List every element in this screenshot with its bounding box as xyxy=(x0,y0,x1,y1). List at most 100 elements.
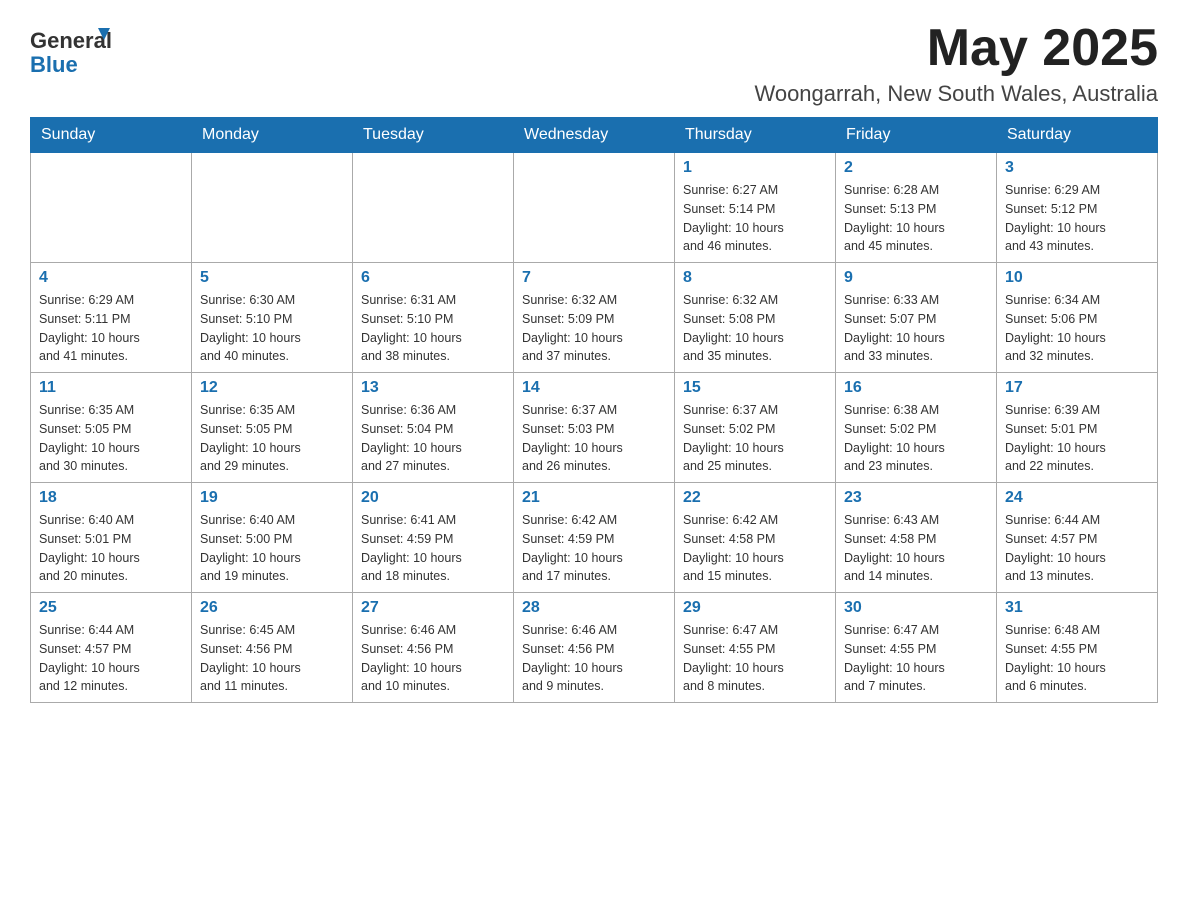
day-number: 14 xyxy=(522,379,666,397)
calendar-cell: 11 Sunrise: 6:35 AMSunset: 5:05 PMDayligh… xyxy=(31,373,192,483)
calendar-cell: 22 Sunrise: 6:42 AMSunset: 4:58 PMDayligh… xyxy=(675,483,836,593)
day-number: 7 xyxy=(522,269,666,287)
calendar-table: SundayMondayTuesdayWednesdayThursdayFrid… xyxy=(30,117,1158,703)
day-number: 29 xyxy=(683,599,827,617)
day-info: Sunrise: 6:32 AMSunset: 5:08 PMDaylight:… xyxy=(683,291,827,366)
calendar-cell: 26Sunrise: 6:45 AMSunset: 4:56 PMDayligh… xyxy=(192,593,353,703)
calendar-cell xyxy=(192,153,353,263)
week-row-1: 1Sunrise: 6:27 AMSunset: 5:14 PMDaylight… xyxy=(31,153,1158,263)
day-number: 12 xyxy=(200,379,344,397)
day-number: 5 xyxy=(200,269,344,287)
day-info: Sunrise: 6:38 AMSunset: 5:02 PMDaylight:… xyxy=(844,401,988,476)
day-number: 21 xyxy=(522,489,666,507)
calendar-cell: 30 Sunrise: 6:47 AMSunset: 4:55 PMDayligh… xyxy=(836,593,997,703)
weekday-header-monday: Monday xyxy=(192,118,353,153)
day-info: Sunrise: 6:48 AMSunset: 4:55 PMDaylight:… xyxy=(1005,621,1149,696)
day-number: 24 xyxy=(1005,489,1149,507)
day-number: 31 xyxy=(1005,599,1149,617)
weekday-header-sunday: Sunday xyxy=(31,118,192,153)
svg-text:Blue: Blue xyxy=(30,52,78,77)
day-number: 17 xyxy=(1005,379,1149,397)
day-info: Sunrise: 6:35 AMSunset: 5:05 PMDaylight:… xyxy=(39,401,183,476)
day-info: Sunrise: 6:47 AMSunset: 4:55 PMDaylight:… xyxy=(683,621,827,696)
week-row-2: 4 Sunrise: 6:29 AMSunset: 5:11 PMDaylight… xyxy=(31,263,1158,373)
calendar-cell: 28Sunrise: 6:46 AMSunset: 4:56 PMDayligh… xyxy=(514,593,675,703)
day-info: Sunrise: 6:39 AMSunset: 5:01 PMDaylight:… xyxy=(1005,401,1149,476)
day-info: Sunrise: 6:32 AMSunset: 5:09 PMDaylight:… xyxy=(522,291,666,366)
calendar-cell xyxy=(514,153,675,263)
day-info: Sunrise: 6:44 AMSunset: 4:57 PMDaylight:… xyxy=(39,621,183,696)
svg-text:General: General xyxy=(30,28,112,53)
weekday-header-row: SundayMondayTuesdayWednesdayThursdayFrid… xyxy=(31,118,1158,153)
weekday-header-saturday: Saturday xyxy=(997,118,1158,153)
day-number: 15 xyxy=(683,379,827,397)
day-number: 6 xyxy=(361,269,505,287)
calendar-cell: 31 Sunrise: 6:48 AMSunset: 4:55 PMDayligh… xyxy=(997,593,1158,703)
calendar-cell: 20 Sunrise: 6:41 AMSunset: 4:59 PMDayligh… xyxy=(353,483,514,593)
calendar-cell: 4 Sunrise: 6:29 AMSunset: 5:11 PMDaylight… xyxy=(31,263,192,373)
calendar-cell: 7 Sunrise: 6:32 AMSunset: 5:09 PMDaylight… xyxy=(514,263,675,373)
day-number: 25 xyxy=(39,599,183,617)
calendar-cell: 25 Sunrise: 6:44 AMSunset: 4:57 PMDayligh… xyxy=(31,593,192,703)
calendar-cell: 24Sunrise: 6:44 AMSunset: 4:57 PMDayligh… xyxy=(997,483,1158,593)
day-number: 16 xyxy=(844,379,988,397)
weekday-header-thursday: Thursday xyxy=(675,118,836,153)
logo: General Blue xyxy=(30,20,120,80)
calendar-cell: 17 Sunrise: 6:39 AMSunset: 5:01 PMDayligh… xyxy=(997,373,1158,483)
day-number: 1 xyxy=(683,159,827,177)
day-number: 2 xyxy=(844,159,988,177)
day-number: 30 xyxy=(844,599,988,617)
month-title: May 2025 xyxy=(754,20,1158,77)
day-info: Sunrise: 6:29 AMSunset: 5:11 PMDaylight:… xyxy=(39,291,183,366)
logo-svg: General Blue xyxy=(30,20,120,80)
day-info: Sunrise: 6:36 AMSunset: 5:04 PMDaylight:… xyxy=(361,401,505,476)
week-row-4: 18Sunrise: 6:40 AMSunset: 5:01 PMDayligh… xyxy=(31,483,1158,593)
calendar-cell: 9Sunrise: 6:33 AMSunset: 5:07 PMDaylight… xyxy=(836,263,997,373)
weekday-header-tuesday: Tuesday xyxy=(353,118,514,153)
day-info: Sunrise: 6:35 AMSunset: 5:05 PMDaylight:… xyxy=(200,401,344,476)
day-info: Sunrise: 6:42 AMSunset: 4:58 PMDaylight:… xyxy=(683,511,827,586)
day-number: 27 xyxy=(361,599,505,617)
page-header: General Blue May 2025 Woongarrah, New So… xyxy=(30,20,1158,107)
day-number: 10 xyxy=(1005,269,1149,287)
day-number: 13 xyxy=(361,379,505,397)
calendar-cell: 5 Sunrise: 6:30 AMSunset: 5:10 PMDaylight… xyxy=(192,263,353,373)
calendar-cell: 15Sunrise: 6:37 AMSunset: 5:02 PMDayligh… xyxy=(675,373,836,483)
calendar-cell: 2 Sunrise: 6:28 AMSunset: 5:13 PMDaylight… xyxy=(836,153,997,263)
calendar-cell: 1Sunrise: 6:27 AMSunset: 5:14 PMDaylight… xyxy=(675,153,836,263)
weekday-header-wednesday: Wednesday xyxy=(514,118,675,153)
day-info: Sunrise: 6:31 AMSunset: 5:10 PMDaylight:… xyxy=(361,291,505,366)
day-number: 20 xyxy=(361,489,505,507)
day-number: 4 xyxy=(39,269,183,287)
day-number: 18 xyxy=(39,489,183,507)
calendar-cell: 6 Sunrise: 6:31 AMSunset: 5:10 PMDaylight… xyxy=(353,263,514,373)
calendar-cell: 23Sunrise: 6:43 AMSunset: 4:58 PMDayligh… xyxy=(836,483,997,593)
calendar-cell: 12 Sunrise: 6:35 AMSunset: 5:05 PMDayligh… xyxy=(192,373,353,483)
day-info: Sunrise: 6:30 AMSunset: 5:10 PMDaylight:… xyxy=(200,291,344,366)
location-title: Woongarrah, New South Wales, Australia xyxy=(754,81,1158,107)
day-info: Sunrise: 6:28 AMSunset: 5:13 PMDaylight:… xyxy=(844,181,988,256)
calendar-cell: 10 Sunrise: 6:34 AMSunset: 5:06 PMDayligh… xyxy=(997,263,1158,373)
calendar-cell xyxy=(353,153,514,263)
week-row-3: 11 Sunrise: 6:35 AMSunset: 5:05 PMDayligh… xyxy=(31,373,1158,483)
day-number: 11 xyxy=(39,379,183,397)
day-info: Sunrise: 6:41 AMSunset: 4:59 PMDaylight:… xyxy=(361,511,505,586)
day-info: Sunrise: 6:46 AMSunset: 4:56 PMDaylight:… xyxy=(522,621,666,696)
day-info: Sunrise: 6:34 AMSunset: 5:06 PMDaylight:… xyxy=(1005,291,1149,366)
day-number: 3 xyxy=(1005,159,1149,177)
day-info: Sunrise: 6:47 AMSunset: 4:55 PMDaylight:… xyxy=(844,621,988,696)
calendar-cell: 8 Sunrise: 6:32 AMSunset: 5:08 PMDaylight… xyxy=(675,263,836,373)
day-number: 19 xyxy=(200,489,344,507)
calendar-cell xyxy=(31,153,192,263)
calendar-cell: 21Sunrise: 6:42 AMSunset: 4:59 PMDayligh… xyxy=(514,483,675,593)
day-number: 9 xyxy=(844,269,988,287)
day-info: Sunrise: 6:37 AMSunset: 5:03 PMDaylight:… xyxy=(522,401,666,476)
day-info: Sunrise: 6:43 AMSunset: 4:58 PMDaylight:… xyxy=(844,511,988,586)
calendar-cell: 19 Sunrise: 6:40 AMSunset: 5:00 PMDayligh… xyxy=(192,483,353,593)
day-info: Sunrise: 6:45 AMSunset: 4:56 PMDaylight:… xyxy=(200,621,344,696)
calendar-cell: 13 Sunrise: 6:36 AMSunset: 5:04 PMDayligh… xyxy=(353,373,514,483)
day-number: 22 xyxy=(683,489,827,507)
day-info: Sunrise: 6:40 AMSunset: 5:00 PMDaylight:… xyxy=(200,511,344,586)
calendar-cell: 3Sunrise: 6:29 AMSunset: 5:12 PMDaylight… xyxy=(997,153,1158,263)
day-number: 8 xyxy=(683,269,827,287)
